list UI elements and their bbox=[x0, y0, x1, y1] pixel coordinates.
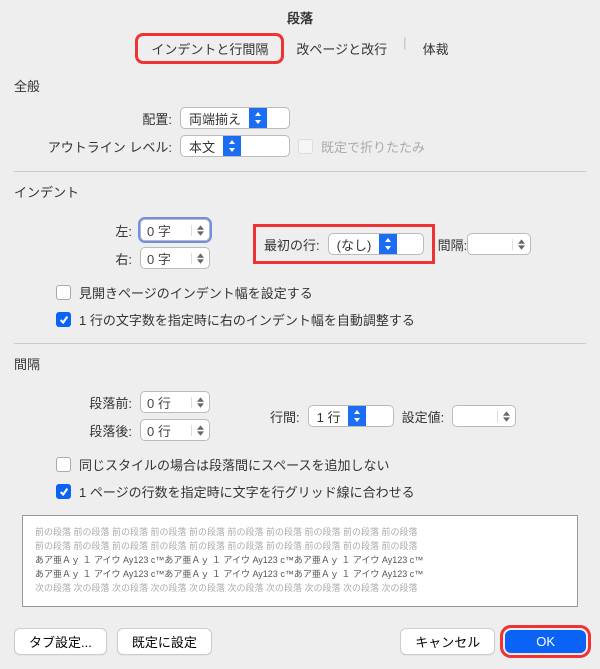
tab-page-break[interactable]: 改ページと改行 bbox=[282, 35, 401, 62]
auto-indent-label: 1 行の文字数を指定時に右のインデント幅を自動調整する bbox=[79, 310, 415, 329]
mirror-indent-checkbox[interactable] bbox=[56, 285, 71, 300]
alignment-select[interactable]: 両端揃え bbox=[180, 107, 290, 129]
dialog-title: 段落 bbox=[14, 6, 586, 35]
alignment-label: 配置: bbox=[44, 109, 172, 128]
line-spacing-select[interactable]: 1 行 bbox=[308, 405, 394, 427]
snap-grid-label: 1 ページの行数を指定時に文字を行グリッド線に合わせる bbox=[79, 482, 415, 501]
footer: タブ設定... 既定に設定 キャンセル OK bbox=[14, 628, 586, 655]
tab-divider: | bbox=[401, 35, 408, 62]
collapse-default-label: 既定で折りたたみ bbox=[321, 137, 425, 156]
line-at-label: 設定値: bbox=[402, 407, 445, 426]
space-before-value: 0 行 bbox=[141, 393, 191, 412]
space-before-spinner[interactable]: 0 行 bbox=[140, 391, 210, 413]
separator bbox=[14, 343, 586, 344]
preview-line: あア亜Ａｙ １ アイウ Ay123 c™あア亜Ａｙ １ アイウ Ay123 c™… bbox=[35, 554, 565, 568]
stepper-arrows-icon bbox=[497, 411, 515, 422]
no-space-same-style-label: 同じスタイルの場合は段落間にスペースを追加しない bbox=[79, 455, 389, 474]
stepper-arrows-icon bbox=[512, 239, 530, 250]
stepper-arrows-icon bbox=[191, 225, 209, 236]
space-after-spinner[interactable]: 0 行 bbox=[140, 419, 210, 441]
preview-panel: 前の段落 前の段落 前の段落 前の段落 前の段落 前の段落 前の段落 前の段落 … bbox=[22, 515, 578, 607]
separator bbox=[14, 171, 586, 172]
updown-icon bbox=[348, 406, 366, 426]
preview-line: 前の段落 前の段落 前の段落 前の段落 前の段落 前の段落 前の段落 前の段落 … bbox=[35, 526, 565, 540]
section-indent: インデント bbox=[14, 182, 586, 201]
tab-bar: インデントと行間隔 改ページと改行 | 体裁 bbox=[14, 35, 586, 62]
updown-icon bbox=[249, 108, 267, 128]
cancel-button[interactable]: キャンセル bbox=[400, 628, 495, 655]
no-space-same-style-checkbox[interactable] bbox=[56, 457, 71, 472]
preview-line: 次の段落 次の段落 次の段落 次の段落 次の段落 次の段落 次の段落 次の段落 … bbox=[35, 582, 565, 596]
preview-line: 前の段落 前の段落 前の段落 前の段落 前の段落 前の段落 前の段落 前の段落 … bbox=[35, 540, 565, 554]
indent-right-spinner[interactable]: 0 字 bbox=[140, 247, 210, 269]
space-after-label: 段落後: bbox=[44, 421, 132, 440]
first-line-select[interactable]: (なし) bbox=[328, 233, 424, 255]
updown-icon bbox=[223, 136, 241, 156]
space-before-label: 段落前: bbox=[44, 393, 132, 412]
indent-left-value: 0 字 bbox=[141, 221, 191, 240]
first-line-label: 最初の行: bbox=[264, 235, 320, 254]
line-at-spinner[interactable] bbox=[452, 405, 516, 427]
line-spacing-value: 1 行 bbox=[317, 407, 349, 426]
ok-button[interactable]: OK bbox=[505, 630, 586, 653]
section-general: 全般 bbox=[14, 76, 586, 95]
alignment-value: 両端揃え bbox=[189, 109, 249, 128]
auto-indent-checkbox[interactable] bbox=[56, 312, 71, 327]
collapse-default-checkbox bbox=[298, 139, 313, 154]
tab-indent-spacing[interactable]: インデントと行間隔 bbox=[137, 35, 282, 62]
mirror-indent-label: 見開きページのインデント幅を設定する bbox=[79, 283, 313, 302]
tab-asian[interactable]: 体裁 bbox=[409, 35, 463, 62]
section-spacing: 間隔 bbox=[14, 354, 586, 373]
outline-value: 本文 bbox=[189, 137, 223, 156]
tabs-button[interactable]: タブ設定... bbox=[14, 628, 107, 655]
outline-label: アウトライン レベル: bbox=[44, 137, 172, 156]
first-line-highlight: 最初の行: (なし) bbox=[256, 227, 432, 261]
stepper-arrows-icon bbox=[191, 253, 209, 264]
indent-by-spinner[interactable] bbox=[467, 233, 531, 255]
line-spacing-label: 行間: bbox=[270, 407, 300, 426]
indent-by-label: 間隔: bbox=[438, 235, 468, 254]
updown-icon bbox=[379, 234, 397, 254]
indent-left-spinner[interactable]: 0 字 bbox=[140, 219, 210, 241]
indent-right-value: 0 字 bbox=[141, 249, 191, 268]
set-default-button[interactable]: 既定に設定 bbox=[117, 628, 212, 655]
snap-grid-checkbox[interactable] bbox=[56, 484, 71, 499]
first-line-value: (なし) bbox=[337, 235, 380, 254]
outline-select[interactable]: 本文 bbox=[180, 135, 290, 157]
preview-line: あア亜Ａｙ １ アイウ Ay123 c™あア亜Ａｙ １ アイウ Ay123 c™… bbox=[35, 568, 565, 582]
stepper-arrows-icon bbox=[191, 397, 209, 408]
indent-left-label: 左: bbox=[44, 221, 132, 240]
indent-right-label: 右: bbox=[44, 249, 132, 268]
stepper-arrows-icon bbox=[191, 425, 209, 436]
space-after-value: 0 行 bbox=[141, 421, 191, 440]
